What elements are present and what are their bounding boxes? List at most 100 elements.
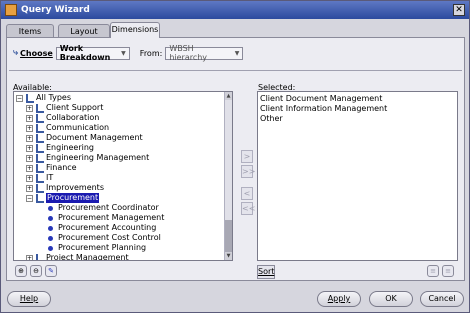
tree-item[interactable]: + Engineering xyxy=(26,143,94,153)
sort-button[interactable]: Sort xyxy=(257,265,275,279)
tree-label: All Types xyxy=(36,93,72,102)
dimension-icon xyxy=(35,163,44,173)
collapse-all-icon[interactable]: ⊖ xyxy=(30,265,42,277)
query-wizard-window: Query Wizard ✕ Items Layout Dimensions ⤷… xyxy=(0,0,470,313)
dimension-icon xyxy=(35,133,44,143)
available-tree[interactable]: − All Types + Client Support + Collaboration +… xyxy=(13,91,233,261)
choose-label: Choose xyxy=(20,48,53,58)
apply-button[interactable]: Apply xyxy=(317,291,361,307)
tree-item[interactable]: + Project Management xyxy=(26,253,129,260)
scroll-up-button[interactable]: ▲ xyxy=(225,92,232,100)
member-icon xyxy=(48,235,53,241)
move-all-right-button[interactable]: >> xyxy=(241,165,255,178)
help-label: Help xyxy=(19,294,39,303)
expand-icon[interactable]: + xyxy=(26,134,33,142)
apply-label: Apply xyxy=(327,294,351,303)
move-up-icon[interactable]: ≡ xyxy=(427,265,439,277)
close-button[interactable]: ✕ xyxy=(453,4,465,16)
tree-root[interactable]: − All Types xyxy=(16,93,71,103)
move-all-left-button[interactable]: << xyxy=(241,202,255,215)
expand-icon[interactable]: + xyxy=(26,124,33,132)
member-icon xyxy=(48,215,53,221)
collapse-icon[interactable]: − xyxy=(16,94,23,102)
dimension-icon xyxy=(35,123,44,133)
help-button[interactable]: Help xyxy=(7,291,51,307)
expand-icon[interactable]: + xyxy=(26,254,33,260)
expand-icon[interactable]: + xyxy=(26,184,33,192)
tree-label: Engineering xyxy=(46,143,94,152)
tab-items[interactable]: Items xyxy=(6,24,54,38)
tree-item[interactable]: Procurement Coordinator xyxy=(48,203,159,213)
tree-item[interactable]: + Collaboration xyxy=(26,113,99,123)
tree-label: Communication xyxy=(46,123,110,132)
scroll-down-button[interactable]: ▼ xyxy=(225,252,232,260)
dimension-icon xyxy=(35,193,44,203)
tree-item[interactable]: − Procurement xyxy=(26,193,100,203)
tree-item[interactable]: + Engineering Management xyxy=(26,153,149,163)
tree-label: Procurement Planning xyxy=(58,243,147,252)
tree-label: Collaboration xyxy=(46,113,100,122)
tab-dimensions[interactable]: Dimensions xyxy=(110,22,160,38)
expand-icon[interactable]: + xyxy=(26,154,33,162)
tree-item[interactable]: + Improvements xyxy=(26,183,104,193)
ok-button[interactable]: OK xyxy=(369,291,413,307)
dimension-icon xyxy=(35,183,44,193)
selected-list[interactable]: Client Document Management Client Inform… xyxy=(257,91,458,261)
tree-item[interactable]: + Communication xyxy=(26,123,109,133)
tree-item[interactable]: Procurement Accounting xyxy=(48,223,156,233)
tree-label: Finance xyxy=(46,163,77,172)
expand-icon[interactable]: + xyxy=(26,104,33,112)
member-icon xyxy=(48,205,53,211)
choose-button[interactable]: ⤷ Choose xyxy=(13,48,53,58)
tree-item[interactable]: Procurement Planning xyxy=(48,243,146,253)
from-dropdown[interactable]: WBSH hierarchy ▼ xyxy=(165,44,244,62)
available-scrollbar[interactable]: ▲ ▼ xyxy=(224,92,232,260)
list-item[interactable]: Client Document Management xyxy=(260,94,382,104)
scroll-thumb[interactable] xyxy=(225,220,232,254)
expand-icon[interactable]: + xyxy=(26,164,33,172)
expand-icon[interactable]: + xyxy=(26,174,33,182)
dimension-icon xyxy=(35,153,44,163)
tab-layout[interactable]: Layout xyxy=(58,24,110,38)
tree-label: Document Management xyxy=(46,133,143,142)
expand-icon[interactable]: + xyxy=(26,144,33,152)
tree-item[interactable]: Procurement Management xyxy=(48,213,164,223)
move-right-button[interactable]: > xyxy=(241,150,253,163)
dimension-icon xyxy=(35,253,44,260)
from-label: From: xyxy=(139,48,163,58)
expand-all-icon[interactable]: ⊕ xyxy=(15,265,27,277)
from-value: WBSH hierarchy xyxy=(169,44,208,62)
title-bar: Query Wizard ✕ xyxy=(1,1,469,19)
tree-item[interactable]: Procurement Cost Control xyxy=(48,233,161,243)
ok-label: OK xyxy=(385,294,397,303)
tree-item[interactable]: + IT xyxy=(26,173,53,183)
window-title: Query Wizard xyxy=(21,5,90,15)
cancel-label: Cancel xyxy=(428,294,456,303)
tree-label: Client Support xyxy=(46,103,104,112)
tree-label: Procurement Accounting xyxy=(58,223,157,232)
choose-value: Work Breakdown xyxy=(59,44,111,62)
dimension-icon xyxy=(35,173,44,183)
list-item[interactable]: Client Information Management xyxy=(260,104,387,114)
move-left-button[interactable]: < xyxy=(241,187,253,200)
member-icon xyxy=(48,245,53,251)
tree-label: Procurement xyxy=(46,193,100,203)
list-item[interactable]: Other xyxy=(260,114,283,124)
chevron-down-icon: ▼ xyxy=(121,49,126,57)
dimension-icon xyxy=(35,113,44,123)
tree-item[interactable]: + Finance xyxy=(26,163,77,173)
move-down-icon[interactable]: ≡ xyxy=(442,265,454,277)
chevron-down-icon: ▼ xyxy=(234,49,240,57)
dimension-icon xyxy=(25,93,34,103)
collapse-icon[interactable]: − xyxy=(26,194,33,202)
app-icon xyxy=(5,4,17,16)
dimensions-panel: ⤷ Choose Work Breakdown ▼ From: WBSH hie… xyxy=(6,37,465,281)
dimension-icon xyxy=(35,143,44,153)
tree-item[interactable]: + Client Support xyxy=(26,103,103,113)
tree-label: Procurement Cost Control xyxy=(58,233,161,242)
choose-dropdown[interactable]: Work Breakdown ▼ xyxy=(55,44,130,62)
find-icon[interactable]: ✎ xyxy=(45,265,57,277)
expand-icon[interactable]: + xyxy=(26,114,33,122)
cancel-button[interactable]: Cancel xyxy=(420,291,464,307)
tree-item[interactable]: + Document Management xyxy=(26,133,143,143)
